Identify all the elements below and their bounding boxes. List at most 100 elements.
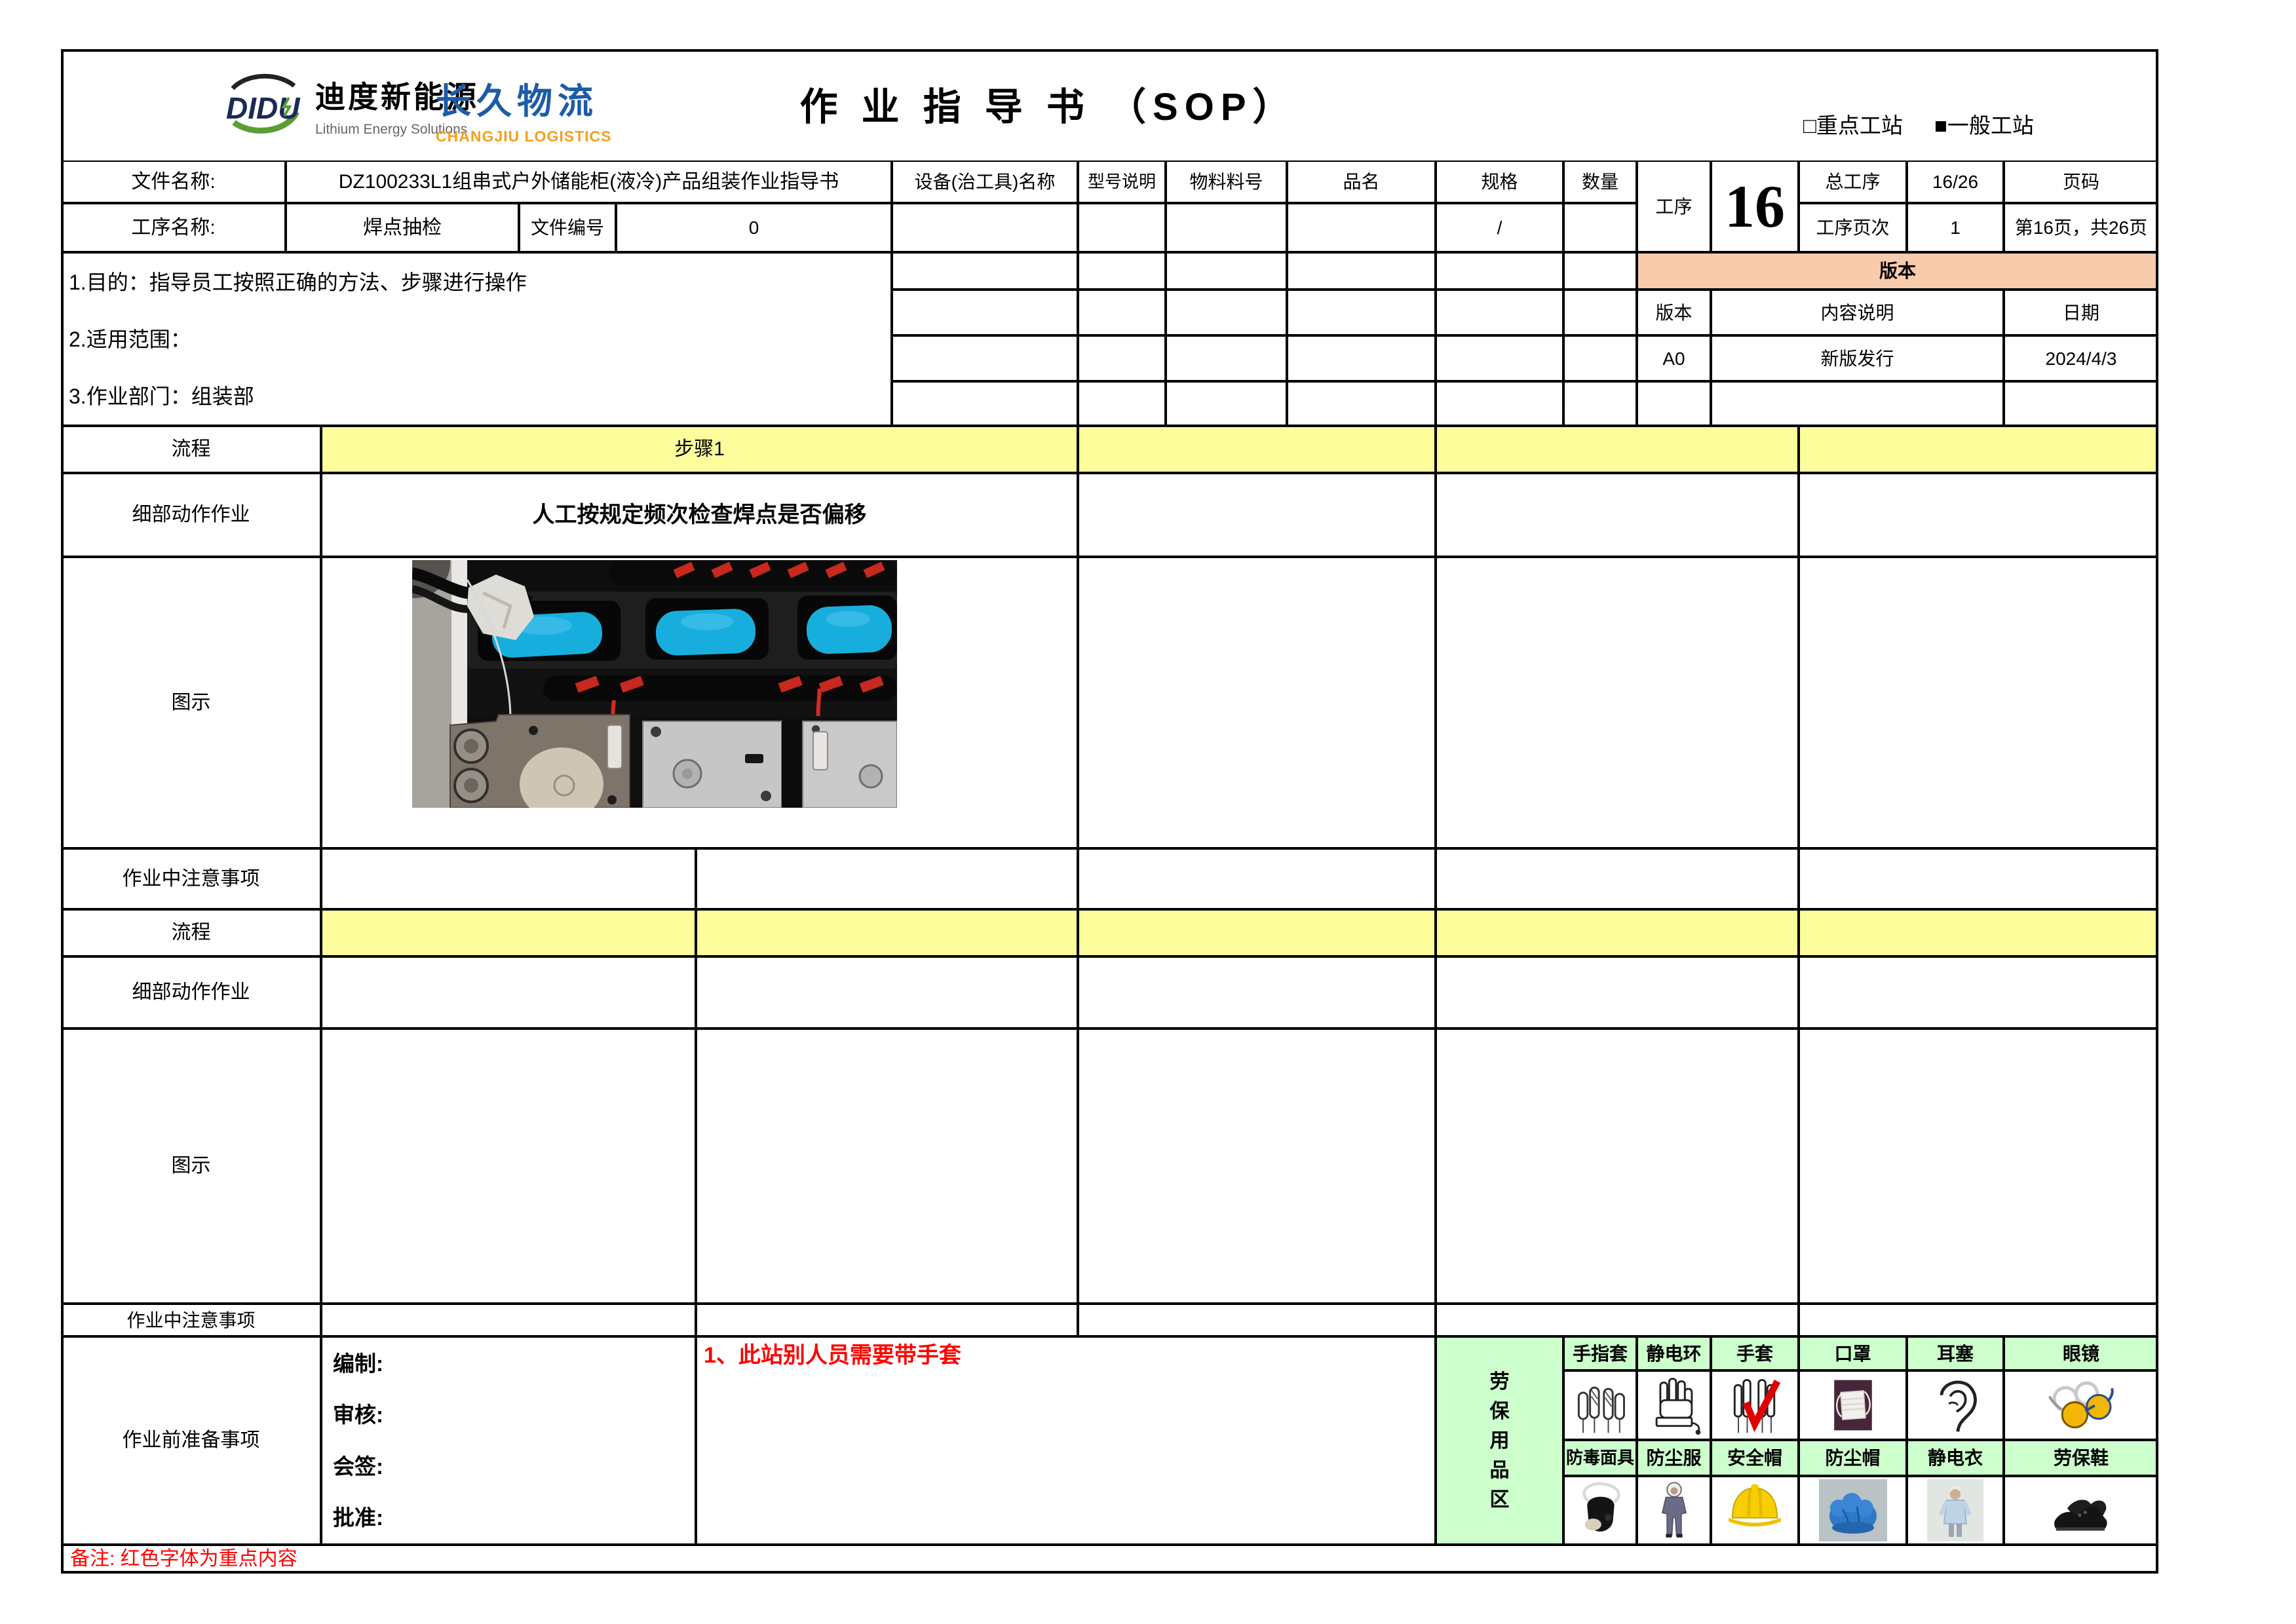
prepared-by-label: 编制: [333, 1350, 383, 1377]
empty-cell [1078, 381, 1166, 426]
process-page-value: 1 [1907, 203, 2004, 252]
empty-cell [1436, 909, 1799, 956]
solder-joint-inspection-photo [412, 560, 897, 808]
empty-cell [1166, 252, 1287, 290]
ppe-header-helmet: 安全帽 [1711, 1440, 1799, 1476]
empty-cell [696, 909, 1078, 956]
ppe-cell [1637, 1476, 1711, 1545]
empty-cell [1436, 335, 1563, 381]
empty-cell [1287, 381, 1436, 426]
empty-cell [1799, 956, 2158, 1029]
empty-cell [1637, 381, 1711, 426]
empty-cell [1563, 381, 1637, 426]
ppe-cell [2004, 1476, 2158, 1545]
ppe-header-esd-strap: 静电环 [1637, 1336, 1711, 1370]
flow2-label: 流程 [61, 909, 321, 956]
qty-header: 数量 [1563, 161, 1637, 203]
empty-cell [1078, 426, 1436, 473]
empty-cell [321, 956, 696, 1029]
version-date-value: 2024/4/3 [2004, 335, 2158, 381]
empty-cell [1078, 1304, 1436, 1336]
empty-cell [1078, 290, 1166, 335]
empty-cell [696, 1029, 1078, 1304]
empty-cell [1287, 252, 1436, 290]
empty-cell [1711, 381, 2004, 426]
empty-cell [1078, 848, 1436, 909]
empty-cell [1078, 252, 1166, 290]
empty-cell [321, 909, 696, 956]
ppe-header-mask: 口罩 [1799, 1336, 1907, 1370]
station-type-checkboxes: □重点工站 ■一般工站 [1803, 108, 2034, 140]
ppe-cell [1711, 1370, 1799, 1440]
ppe-header-safety-shoes: 劳保鞋 [2004, 1440, 2158, 1476]
ppe-cell [1907, 1370, 2004, 1440]
signature-block: 编制: 审核: 会签: 批准: [321, 1336, 696, 1545]
process-number: 16 [1711, 161, 1799, 252]
doc-no-value: 0 [616, 203, 892, 252]
process-label: 工序 [1637, 161, 1711, 252]
spec-header: 规格 [1436, 161, 1563, 203]
page-no-header: 页码 [2004, 161, 2158, 203]
ear-plug-icon [1924, 1374, 1987, 1437]
version-desc-header: 内容说明 [1711, 290, 2004, 335]
doc-name-label: 文件名称: [61, 161, 286, 203]
ppe-header-gloves: 手套 [1711, 1336, 1799, 1370]
empty-cell [892, 290, 1078, 335]
safety-shoes-icon [2038, 1479, 2124, 1541]
ppe-cell [1799, 1476, 1907, 1545]
esd-garment-icon [1927, 1479, 1983, 1541]
empty-cell [1799, 1029, 2158, 1304]
ppe-cell [2004, 1370, 2158, 1440]
changjiu-logo: 长久物流 CHANGJIU LOGISTICS [436, 72, 611, 145]
caution1-label: 作业中注意事项 [61, 848, 321, 909]
diagram2-label: 图示 [61, 1029, 321, 1304]
department-line: 3.作业部门：组装部 [69, 383, 254, 409]
empty-cell [1563, 203, 1637, 252]
empty-cell [1078, 1029, 1436, 1304]
empty-cell [1078, 909, 1436, 956]
detail1-text: 人工按规定频次检查焊点是否偏移 [321, 473, 1078, 557]
purpose-section: 1.目的：指导员工按照正确的方法、步骤进行操作 2.适用范围： 3.作业部门：组… [61, 252, 892, 426]
empty-cell [1563, 335, 1637, 381]
prep-label: 作业前准备事项 [61, 1336, 321, 1545]
empty-cell [1436, 956, 1799, 1029]
reviewed-by-label: 审核: [333, 1401, 383, 1428]
dust-cap-icon [1817, 1479, 1889, 1541]
ppe-cell [1563, 1370, 1637, 1440]
approved-by-label: 批准: [333, 1504, 383, 1531]
empty-cell [1078, 956, 1436, 1029]
empty-cell [321, 1304, 696, 1336]
empty-cell [1563, 290, 1637, 335]
empty-cell [892, 252, 1078, 290]
caution2-label: 作业中注意事项 [61, 1304, 321, 1336]
diagram1-label: 图示 [61, 557, 321, 848]
sop-sheet: DIDU 迪度新能源 Lithium Energy Solutions 长久物流… [0, 0, 2296, 1624]
glove-check-icon [1723, 1374, 1786, 1437]
ppe-cell [1711, 1476, 1799, 1545]
empty-cell [696, 848, 1078, 909]
empty-cell [1078, 335, 1166, 381]
material-no-header: 物料料号 [1166, 161, 1287, 203]
empty-cell [1799, 909, 2158, 956]
empty-cell [321, 1029, 696, 1304]
empty-cell [1436, 1029, 1799, 1304]
empty-cell [1799, 426, 2158, 473]
empty-cell [1799, 557, 2158, 848]
empty-cell [1799, 1304, 2158, 1336]
empty-cell [1436, 426, 1799, 473]
empty-cell [1078, 473, 1436, 557]
safety-glasses-icon [2038, 1374, 2124, 1437]
version-desc-value: 新版发行 [1711, 335, 2004, 381]
total-process-label: 总工序 [1799, 161, 1907, 203]
empty-cell [1287, 290, 1436, 335]
spec-value: / [1436, 203, 1563, 252]
page-title: 作 业 指 导 书 （SOP） [754, 76, 1343, 131]
version-col-header: 版本 [1637, 290, 1711, 335]
empty-cell [1166, 335, 1287, 381]
ppe-cell [1563, 1476, 1637, 1545]
empty-cell [1287, 203, 1436, 252]
ppe-header-earplugs: 耳塞 [1907, 1336, 2004, 1370]
prep-note-text: 1、此站别人员需要带手套 [704, 1342, 961, 1370]
empty-cell [2004, 381, 2158, 426]
ppe-header-finger-cots: 手指套 [1563, 1336, 1637, 1370]
